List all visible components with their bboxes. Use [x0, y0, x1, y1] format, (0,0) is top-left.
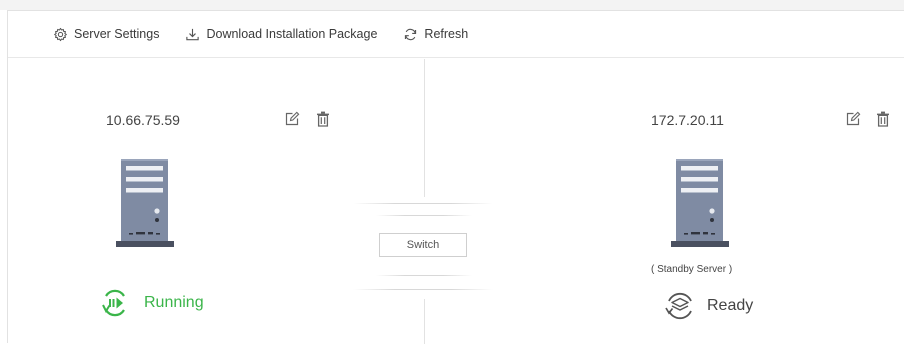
center-divider-top: [424, 59, 425, 197]
standby-server-label: ( Standby Server ): [651, 264, 733, 275]
toolbar: Server Settings Download Installation Pa…: [8, 11, 904, 58]
edit-icon[interactable]: [284, 111, 300, 127]
gear-icon: [54, 27, 67, 41]
top-strip: [0, 0, 904, 10]
edit-icon[interactable]: [845, 111, 861, 127]
ready-label: Ready: [707, 297, 754, 314]
server-panel: Server Settings Download Installation Pa…: [7, 10, 904, 344]
center-divider-bottom: [424, 299, 425, 344]
divider-line: [353, 289, 493, 290]
divider-line: [353, 203, 493, 204]
running-label: Running: [144, 294, 204, 311]
refresh-icon: [405, 28, 417, 40]
delete-icon[interactable]: [876, 111, 890, 127]
divider-line: [376, 215, 472, 216]
right-server-status: Ready: [663, 291, 753, 321]
refresh-label: Refresh: [424, 27, 469, 41]
switch-button[interactable]: Switch: [379, 233, 467, 257]
left-server-status: Running: [98, 289, 204, 317]
server-icon: [671, 159, 729, 247]
delete-icon[interactable]: [316, 111, 330, 127]
ready-icon: [665, 292, 692, 320]
right-server-ip: 172.7.20.11: [651, 112, 724, 128]
server-settings-button[interactable]: Server Settings: [53, 27, 159, 42]
download-package-button[interactable]: Download Installation Package: [185, 27, 377, 42]
server-settings-label: Server Settings: [74, 27, 160, 41]
download-package-label: Download Installation Package: [206, 27, 378, 41]
download-icon: [186, 28, 200, 40]
left-server-ip: 10.66.75.59: [106, 112, 180, 128]
running-icon: [102, 289, 125, 317]
server-icon: [116, 159, 174, 247]
refresh-button[interactable]: Refresh: [403, 27, 468, 42]
divider-line: [376, 275, 472, 276]
